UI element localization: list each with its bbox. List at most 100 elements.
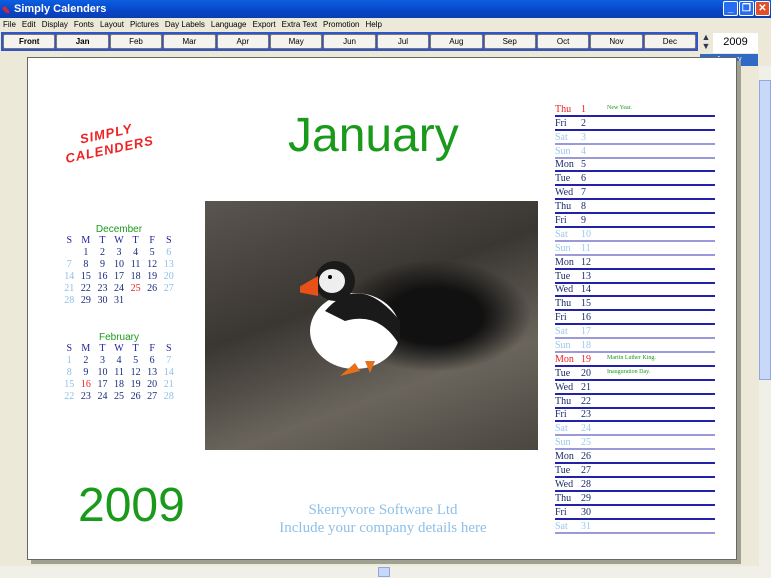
day-number: 24 bbox=[581, 423, 591, 435]
day-name: Wed bbox=[555, 284, 574, 296]
day-row: Wed 28 bbox=[555, 478, 715, 492]
day-row: Mon 26 bbox=[555, 450, 715, 465]
day-number: 25 bbox=[581, 437, 591, 449]
day-number: 29 bbox=[581, 492, 591, 504]
year-spinner[interactable]: ▲ ▼ bbox=[700, 33, 712, 53]
day-row: Fri 9 bbox=[555, 214, 715, 229]
day-cell: 16 bbox=[80, 379, 91, 390]
day-cell: 28 bbox=[163, 391, 174, 402]
day-name: Fri bbox=[555, 409, 567, 421]
menu-help[interactable]: Help bbox=[363, 18, 385, 31]
month-tabs: Front Jan Feb Mar Apr May Jun Jul Aug Sep Oct Nov De… bbox=[1, 32, 698, 51]
weekday-label: T bbox=[132, 343, 139, 354]
day-name: Sat bbox=[555, 131, 568, 143]
menu-fonts[interactable]: Fonts bbox=[71, 18, 97, 31]
day-number: 28 bbox=[581, 478, 591, 490]
day-cell: 21 bbox=[64, 283, 75, 294]
tab-dec[interactable]: Dec bbox=[643, 34, 697, 49]
simply-calenders-logo: SIMPLY CALENDERS bbox=[63, 120, 156, 167]
tab-feb[interactable]: Feb bbox=[109, 34, 163, 49]
menu-pictures[interactable]: Pictures bbox=[127, 18, 162, 31]
day-cell: 25 bbox=[130, 283, 141, 294]
day-row: Mon 19 Martin Luther King. bbox=[555, 353, 715, 367]
day-row: Wed 14 bbox=[555, 284, 715, 298]
day-cell: 6 bbox=[149, 355, 155, 366]
menu-display[interactable]: Display bbox=[39, 18, 71, 31]
day-row: Fri 16 bbox=[555, 311, 715, 326]
company-name: Skerryvore Software Ltd bbox=[308, 502, 458, 518]
day-cell: 7 bbox=[166, 355, 172, 366]
day-row: Fri 2 bbox=[555, 117, 715, 131]
tab-jun[interactable]: Jun bbox=[323, 34, 376, 49]
vertical-scrollbar[interactable] bbox=[759, 66, 771, 566]
day-name: Mon bbox=[555, 256, 574, 268]
day-row: Sun 11 bbox=[555, 242, 715, 256]
title-bar: ✎ Simply Calenders _ ❐ ✕ bbox=[0, 0, 771, 18]
tab-aug[interactable]: Aug bbox=[430, 34, 483, 49]
day-name: Sun bbox=[555, 145, 571, 157]
day-cell: 22 bbox=[80, 283, 91, 294]
menu-promotion[interactable]: Promotion bbox=[320, 18, 362, 31]
day-row: Wed 7 bbox=[555, 186, 715, 201]
day-cell: 15 bbox=[80, 271, 91, 282]
day-cell: 11 bbox=[114, 367, 124, 378]
day-number: 2 bbox=[581, 117, 586, 129]
day-name: Sat bbox=[555, 228, 568, 240]
tab-jul[interactable]: Jul bbox=[376, 34, 430, 49]
day-cell: 1 bbox=[83, 247, 89, 258]
day-name: Sun bbox=[555, 437, 571, 449]
menu-day-labels[interactable]: Day Labels bbox=[162, 18, 208, 31]
tab-mar[interactable]: Mar bbox=[163, 34, 216, 49]
day-cell: 13 bbox=[163, 259, 174, 270]
spin-down-icon[interactable]: ▼ bbox=[700, 42, 712, 51]
day-event: Inauguration Day. bbox=[607, 369, 651, 376]
day-cell: 23 bbox=[97, 283, 108, 294]
puffin-photo bbox=[205, 201, 538, 450]
company-placeholder: Include your company details here bbox=[279, 520, 487, 536]
menu-file[interactable]: File bbox=[0, 18, 19, 31]
week-row: 7 8 9 10 11 12 13 bbox=[61, 259, 177, 271]
menu-export[interactable]: Export bbox=[250, 18, 279, 31]
minimize-button[interactable]: _ bbox=[723, 1, 738, 16]
menu-layout[interactable]: Layout bbox=[97, 18, 127, 31]
year-title: 2009 bbox=[78, 479, 185, 532]
day-row: Thu 1 New Year. bbox=[555, 103, 715, 117]
weekday-label: T bbox=[99, 343, 106, 354]
day-cell: 26 bbox=[130, 391, 141, 402]
day-number: 11 bbox=[581, 242, 591, 254]
restore-button[interactable]: ❐ bbox=[739, 1, 754, 16]
horizontal-scrollbar[interactable] bbox=[0, 566, 771, 578]
day-cell: 15 bbox=[64, 379, 75, 390]
menu-bar: File Edit Display Fonts Layout Pictures Day La… bbox=[0, 18, 385, 31]
week-row: 21 22 23 24 25 26 27 bbox=[61, 283, 177, 295]
day-row: Tue 13 bbox=[555, 270, 715, 284]
day-cell: 6 bbox=[166, 247, 172, 258]
tab-nov[interactable]: Nov bbox=[590, 34, 643, 49]
year-field[interactable]: 2009 bbox=[713, 33, 758, 53]
day-event: Martin Luther King. bbox=[607, 355, 656, 362]
tab-front[interactable]: Front bbox=[3, 34, 56, 49]
tab-may[interactable]: May bbox=[269, 34, 323, 49]
day-number: 22 bbox=[581, 395, 591, 407]
menu-edit[interactable]: Edit bbox=[19, 18, 39, 31]
close-button[interactable]: ✕ bbox=[755, 1, 770, 16]
tab-sep[interactable]: Sep bbox=[483, 34, 536, 49]
day-cell: 9 bbox=[83, 367, 89, 378]
day-row: Sat 3 bbox=[555, 131, 715, 145]
day-cell: 17 bbox=[97, 379, 108, 390]
day-number: 27 bbox=[581, 465, 591, 477]
day-number: 12 bbox=[581, 256, 591, 268]
weekday-label: M bbox=[81, 343, 91, 354]
menu-extra-text[interactable]: Extra Text bbox=[279, 18, 320, 31]
menu-language[interactable]: Language bbox=[208, 18, 250, 31]
day-name: Tue bbox=[555, 367, 571, 379]
day-cell: 28 bbox=[64, 295, 75, 306]
tab-jan[interactable]: Jan bbox=[56, 34, 109, 49]
day-name: Sun bbox=[555, 242, 571, 254]
weekday-label: M bbox=[81, 235, 91, 246]
day-cell: 20 bbox=[163, 271, 174, 282]
tab-oct[interactable]: Oct bbox=[536, 34, 590, 49]
day-number: 1 bbox=[581, 103, 586, 115]
week-row: 1234567 bbox=[61, 355, 177, 367]
tab-apr[interactable]: Apr bbox=[216, 34, 269, 49]
